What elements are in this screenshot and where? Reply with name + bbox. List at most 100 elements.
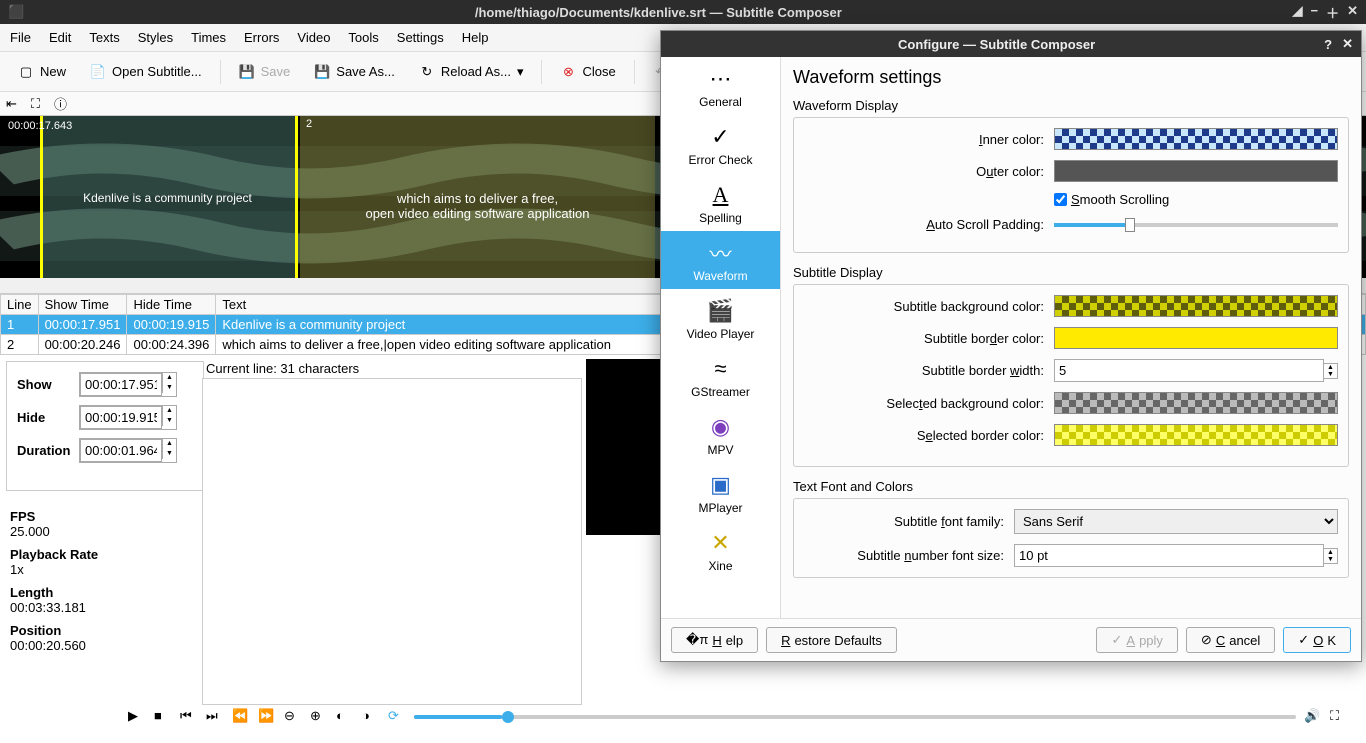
outer-color-swatch[interactable] bbox=[1054, 160, 1338, 182]
ok-button[interactable]: ✓ OK bbox=[1283, 627, 1351, 653]
region-end-marker[interactable] bbox=[295, 116, 298, 278]
sub-width-input[interactable] bbox=[1054, 359, 1324, 382]
sidebar-item-gstreamer[interactable]: ≈GStreamer bbox=[661, 347, 780, 405]
restore-defaults-button[interactable]: Restore Defaults bbox=[766, 627, 897, 653]
new-button[interactable]: ▢New bbox=[8, 60, 76, 84]
seek-slider[interactable] bbox=[414, 715, 1296, 719]
menu-styles[interactable]: Styles bbox=[138, 30, 173, 45]
spin-up-icon[interactable]: ▲ bbox=[162, 406, 176, 416]
hide-input[interactable] bbox=[80, 406, 162, 429]
sidebar-item-errorcheck[interactable]: ✓Error Check bbox=[661, 115, 780, 173]
show-spinbox[interactable]: ▲▼ bbox=[79, 372, 177, 397]
spin-down-icon[interactable]: ▼ bbox=[162, 383, 176, 393]
save-button[interactable]: 💾Save bbox=[229, 60, 301, 84]
spin-down-icon[interactable]: ▼ bbox=[162, 416, 176, 426]
configure-dialog: Configure — Subtitle Composer ? ✕ ⋯Gener… bbox=[660, 30, 1362, 662]
spin-up-icon[interactable]: ▲ bbox=[1324, 549, 1337, 556]
spin-up-icon[interactable]: ▲ bbox=[1324, 364, 1337, 371]
xine-icon: ✕ bbox=[665, 529, 776, 557]
info-icon[interactable]: ⓘ bbox=[54, 94, 67, 113]
speed-up-icon[interactable]: ◑ bbox=[362, 708, 380, 726]
sidebar-item-mplayer[interactable]: ▣MPlayer bbox=[661, 463, 780, 521]
step-back-icon[interactable]: ⏪ bbox=[232, 708, 250, 726]
waveform-icon: 〰 bbox=[665, 239, 776, 267]
sel-bg-swatch[interactable] bbox=[1054, 392, 1338, 414]
sidebar-item-spelling[interactable]: ASpelling bbox=[661, 173, 780, 231]
loop-icon[interactable]: ⟳ bbox=[388, 708, 406, 726]
stop-icon[interactable]: ■ bbox=[154, 708, 172, 726]
skip-fwd-icon[interactable]: ⏭ bbox=[206, 708, 224, 726]
minimize-icon[interactable]: − bbox=[1310, 3, 1318, 22]
sidebar-item-general[interactable]: ⋯General bbox=[661, 57, 780, 115]
help-button[interactable]: �π Help bbox=[671, 627, 758, 653]
playhead-marker[interactable] bbox=[40, 116, 43, 278]
sub-border-swatch[interactable] bbox=[1054, 327, 1338, 349]
num-size-label: Subtitle number font size: bbox=[804, 548, 1014, 563]
zoom-in-icon[interactable]: ⊕ bbox=[310, 708, 328, 726]
zoom-out-icon[interactable]: ⊖ bbox=[284, 708, 302, 726]
sel-border-swatch[interactable] bbox=[1054, 424, 1338, 446]
duration-input[interactable] bbox=[80, 439, 162, 462]
inner-color-swatch[interactable] bbox=[1054, 128, 1338, 150]
pin-icon[interactable]: ◢ bbox=[1292, 3, 1302, 22]
anchor-start-icon[interactable]: ⇤ bbox=[6, 96, 17, 112]
saveas-button[interactable]: 💾Save As... bbox=[304, 60, 405, 84]
anchor-end-icon[interactable]: ⛶ bbox=[31, 96, 40, 112]
menu-help[interactable]: Help bbox=[462, 30, 489, 45]
spin-up-icon[interactable]: ▲ bbox=[162, 373, 176, 383]
close-button[interactable]: ⊗Close bbox=[550, 60, 625, 84]
volume-icon[interactable]: 🔊 bbox=[1304, 708, 1322, 726]
spin-down-icon[interactable]: ▼ bbox=[1324, 371, 1337, 378]
cancel-button[interactable]: ⊘ Cancel bbox=[1186, 627, 1275, 653]
speed-down-icon[interactable]: ◐ bbox=[336, 708, 354, 726]
play-icon[interactable]: ▶ bbox=[128, 708, 146, 726]
sidebar-item-videoplayer[interactable]: 🎬Video Player bbox=[661, 289, 780, 347]
menu-texts[interactable]: Texts bbox=[89, 30, 119, 45]
spin-down-icon[interactable]: ▼ bbox=[1324, 556, 1337, 563]
menu-times[interactable]: Times bbox=[191, 30, 226, 45]
subtitle-region-1[interactable]: Kdenlive is a community project bbox=[40, 116, 295, 278]
menu-tools[interactable]: Tools bbox=[348, 30, 378, 45]
col-show[interactable]: Show Time bbox=[38, 295, 127, 315]
subtitle-region-2[interactable]: 2 which aims to deliver a free,open vide… bbox=[300, 116, 655, 278]
subtitle-text-editor[interactable] bbox=[202, 378, 582, 705]
smooth-scrolling-checkbox[interactable] bbox=[1054, 193, 1067, 206]
hide-spinbox[interactable]: ▲▼ bbox=[79, 405, 177, 430]
close-window-icon[interactable]: ✕ bbox=[1347, 3, 1358, 22]
reload-button[interactable]: ↻Reload As...▾ bbox=[409, 60, 534, 84]
show-input[interactable] bbox=[80, 373, 162, 396]
menu-video[interactable]: Video bbox=[297, 30, 330, 45]
menu-edit[interactable]: Edit bbox=[49, 30, 71, 45]
length-label: Length bbox=[10, 585, 190, 600]
spin-down-icon[interactable]: ▼ bbox=[162, 449, 176, 459]
autoscroll-slider[interactable] bbox=[1054, 223, 1338, 227]
save-icon: 💾 bbox=[239, 64, 255, 80]
dialog-title: Configure — Subtitle Composer bbox=[669, 37, 1324, 52]
menu-file[interactable]: File bbox=[10, 30, 31, 45]
duration-spinbox[interactable]: ▲▼ bbox=[79, 438, 177, 463]
col-hide[interactable]: Hide Time bbox=[127, 295, 216, 315]
menu-errors[interactable]: Errors bbox=[244, 30, 279, 45]
sidebar-item-mpv[interactable]: ◉MPV bbox=[661, 405, 780, 463]
fullscreen-icon[interactable]: ⛶ bbox=[1330, 708, 1348, 726]
sub-bg-swatch[interactable] bbox=[1054, 295, 1338, 317]
sidebar-item-waveform[interactable]: 〰Waveform bbox=[661, 231, 780, 289]
close-icon: ⊗ bbox=[560, 64, 576, 80]
dialog-help-icon[interactable]: ? bbox=[1324, 37, 1332, 52]
apply-button[interactable]: ✓ Apply bbox=[1096, 627, 1177, 653]
spin-up-icon[interactable]: ▲ bbox=[162, 439, 176, 449]
dialog-close-icon[interactable]: ✕ bbox=[1342, 36, 1353, 52]
skip-back-icon[interactable]: ⏮ bbox=[180, 708, 198, 726]
maximize-icon[interactable]: ＋ bbox=[1326, 3, 1339, 22]
show-label: Show bbox=[17, 377, 79, 392]
window-title: /home/thiago/Documents/kdenlive.srt — Su… bbox=[32, 5, 1284, 20]
section-text-font: Text Font and Colors bbox=[793, 479, 1349, 494]
dropdown-icon[interactable]: ▾ bbox=[517, 64, 524, 80]
open-button[interactable]: 📄Open Subtitle... bbox=[80, 60, 212, 84]
sidebar-item-xine[interactable]: ✕Xine bbox=[661, 521, 780, 579]
step-fwd-icon[interactable]: ⏩ bbox=[258, 708, 276, 726]
col-line[interactable]: Line bbox=[1, 295, 39, 315]
font-family-select[interactable]: Sans Serif bbox=[1014, 509, 1338, 534]
menu-settings[interactable]: Settings bbox=[397, 30, 444, 45]
num-size-input[interactable] bbox=[1014, 544, 1324, 567]
